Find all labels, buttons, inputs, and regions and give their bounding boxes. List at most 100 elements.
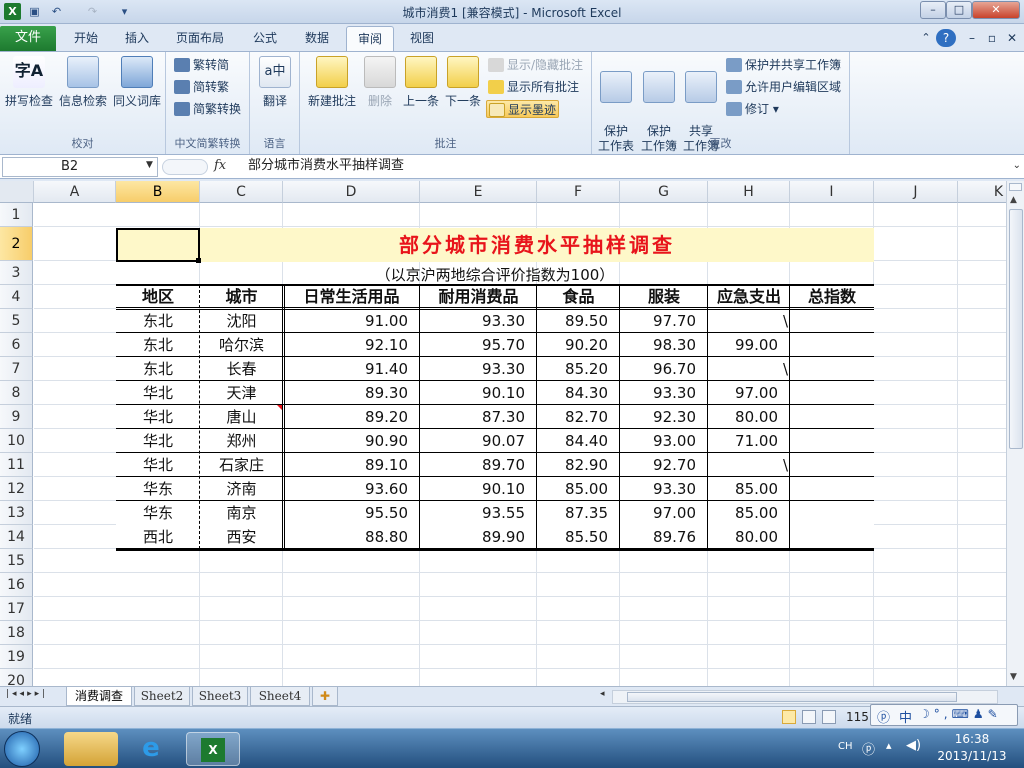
- table-cell[interactable]: 87.35: [537, 501, 620, 525]
- table-cell[interactable]: 88.80: [283, 525, 420, 549]
- insert-function-button[interactable]: fx: [214, 157, 236, 177]
- table-cell[interactable]: 91.00: [283, 309, 420, 333]
- sheet-tab-sheet2[interactable]: Sheet2: [134, 687, 190, 706]
- table-cell[interactable]: 85.00: [537, 477, 620, 501]
- ribbon-minimize-icon[interactable]: –: [964, 26, 980, 51]
- table-cell[interactable]: 89.20: [283, 405, 420, 429]
- table-header-cell[interactable]: 食品: [537, 285, 620, 309]
- ribbon-restore-icon[interactable]: ▫: [984, 26, 1000, 51]
- table-cell[interactable]: [790, 525, 874, 549]
- tab-split-icon[interactable]: ◂: [600, 689, 605, 699]
- table-cell[interactable]: 郑州: [200, 429, 283, 453]
- help-icon[interactable]: ?: [936, 29, 956, 47]
- table-cell[interactable]: 华东: [116, 477, 200, 501]
- table-cell[interactable]: 97.00: [708, 381, 790, 405]
- table-cell[interactable]: 89.30: [283, 381, 420, 405]
- show-ink-button[interactable]: 显示墨迹: [486, 100, 560, 118]
- expand-formula-bar-icon[interactable]: ⌄: [1013, 160, 1021, 171]
- tab-page-layout[interactable]: 页面布局: [168, 26, 232, 51]
- table-cell[interactable]: 99.00: [708, 333, 790, 357]
- column-header[interactable]: G: [620, 181, 708, 203]
- table-cell[interactable]: 93.30: [620, 381, 708, 405]
- tab-home[interactable]: 开始: [64, 26, 108, 51]
- sheet-tab-sheet3[interactable]: Sheet3: [192, 687, 248, 706]
- ribbon-close-icon[interactable]: ✕: [1004, 26, 1020, 51]
- row-header[interactable]: 3: [0, 261, 33, 285]
- scroll-up-icon[interactable]: ▲: [1010, 195, 1017, 205]
- table-cell[interactable]: 90.10: [420, 381, 537, 405]
- table-cell[interactable]: [790, 477, 874, 501]
- table-cell[interactable]: 东北: [116, 333, 200, 357]
- row-header[interactable]: 11: [0, 453, 33, 477]
- table-cell[interactable]: 89.10: [283, 453, 420, 477]
- show-hide-comment-button[interactable]: 显示/隐藏批注: [488, 56, 583, 74]
- table-cell[interactable]: 华北: [116, 405, 200, 429]
- tab-review[interactable]: 审阅: [346, 26, 394, 51]
- table-cell[interactable]: 南京: [200, 501, 283, 525]
- table-cell[interactable]: 93.30: [420, 357, 537, 381]
- column-header[interactable]: B: [116, 181, 200, 203]
- language-indicator[interactable]: CH: [838, 741, 853, 752]
- table-cell[interactable]: 93.30: [420, 309, 537, 333]
- volume-icon[interactable]: ◀): [906, 738, 921, 753]
- table-header-cell[interactable]: 地区: [116, 285, 200, 309]
- column-header[interactable]: F: [537, 181, 620, 203]
- tab-formulas[interactable]: 公式: [243, 26, 287, 51]
- active-cell-b2[interactable]: [116, 228, 200, 262]
- column-header[interactable]: H: [708, 181, 790, 203]
- table-cell[interactable]: 80.00: [708, 405, 790, 429]
- table-cell[interactable]: 唐山: [200, 405, 283, 429]
- table-cell[interactable]: 哈尔滨: [200, 333, 283, 357]
- zoom-level[interactable]: 115: [846, 710, 869, 724]
- excel-taskbar-icon[interactable]: X: [186, 732, 240, 766]
- column-header[interactable]: C: [200, 181, 283, 203]
- table-cell[interactable]: 96.70: [620, 357, 708, 381]
- table-cell[interactable]: 93.30: [620, 477, 708, 501]
- table-header-cell[interactable]: 城市: [200, 285, 283, 309]
- table-header-cell[interactable]: 应急支出: [708, 285, 790, 309]
- table-cell[interactable]: 济南: [200, 477, 283, 501]
- row-header[interactable]: 17: [0, 597, 33, 621]
- spell-check-button[interactable]: 字A 拼写检查: [4, 56, 54, 109]
- vertical-scroll-thumb[interactable]: [1009, 209, 1023, 449]
- table-cell[interactable]: 90.07: [420, 429, 537, 453]
- formula-input[interactable]: 部分城市消费水平抽样调查: [244, 157, 1002, 177]
- ime-tray-icon[interactable]: ⓟ: [862, 739, 875, 758]
- row-header[interactable]: 5: [0, 309, 33, 333]
- table-cell[interactable]: 92.10: [283, 333, 420, 357]
- row-header[interactable]: 18: [0, 621, 33, 645]
- table-cell[interactable]: 92.30: [620, 405, 708, 429]
- vertical-scrollbar[interactable]: ▲ ▼: [1006, 181, 1024, 686]
- row-header[interactable]: 4: [0, 285, 33, 309]
- table-cell[interactable]: [790, 501, 874, 525]
- table-cell[interactable]: 华东: [116, 501, 200, 525]
- tab-file[interactable]: 文件: [0, 26, 56, 51]
- row-header[interactable]: 2: [0, 227, 33, 261]
- table-cell[interactable]: 90.90: [283, 429, 420, 453]
- ime-toolbar[interactable]: ⓟ 中 ☽°,⌨♟✎: [870, 704, 1018, 726]
- table-cell[interactable]: 91.40: [283, 357, 420, 381]
- thesaurus-button[interactable]: 同义词库: [112, 56, 162, 109]
- page-break-view-icon[interactable]: [822, 710, 836, 724]
- table-cell[interactable]: 71.00: [708, 429, 790, 453]
- table-header-cell[interactable]: 服装: [620, 285, 708, 309]
- table-cell[interactable]: 80.00: [708, 525, 790, 549]
- tray-up-icon[interactable]: ▴: [886, 739, 892, 752]
- row-header[interactable]: 19: [0, 645, 33, 669]
- explorer-taskbar-icon[interactable]: [64, 732, 118, 766]
- row-header[interactable]: 7: [0, 357, 33, 381]
- row-header[interactable]: 1: [0, 203, 33, 227]
- row-header[interactable]: 14: [0, 525, 33, 549]
- table-cell[interactable]: 95.50: [283, 501, 420, 525]
- maximize-button[interactable]: □: [946, 1, 972, 19]
- table-cell[interactable]: [790, 309, 874, 333]
- table-cell[interactable]: 华北: [116, 429, 200, 453]
- ime-mode[interactable]: 中: [899, 707, 912, 726]
- table-cell[interactable]: [790, 357, 874, 381]
- split-box[interactable]: [1009, 183, 1022, 191]
- table-cell[interactable]: 85.50: [537, 525, 620, 549]
- collapse-ribbon-icon[interactable]: ⌃: [918, 26, 934, 51]
- translate-button[interactable]: a中 翻译: [254, 56, 296, 109]
- table-cell[interactable]: 85.00: [708, 501, 790, 525]
- table-cell[interactable]: [790, 333, 874, 357]
